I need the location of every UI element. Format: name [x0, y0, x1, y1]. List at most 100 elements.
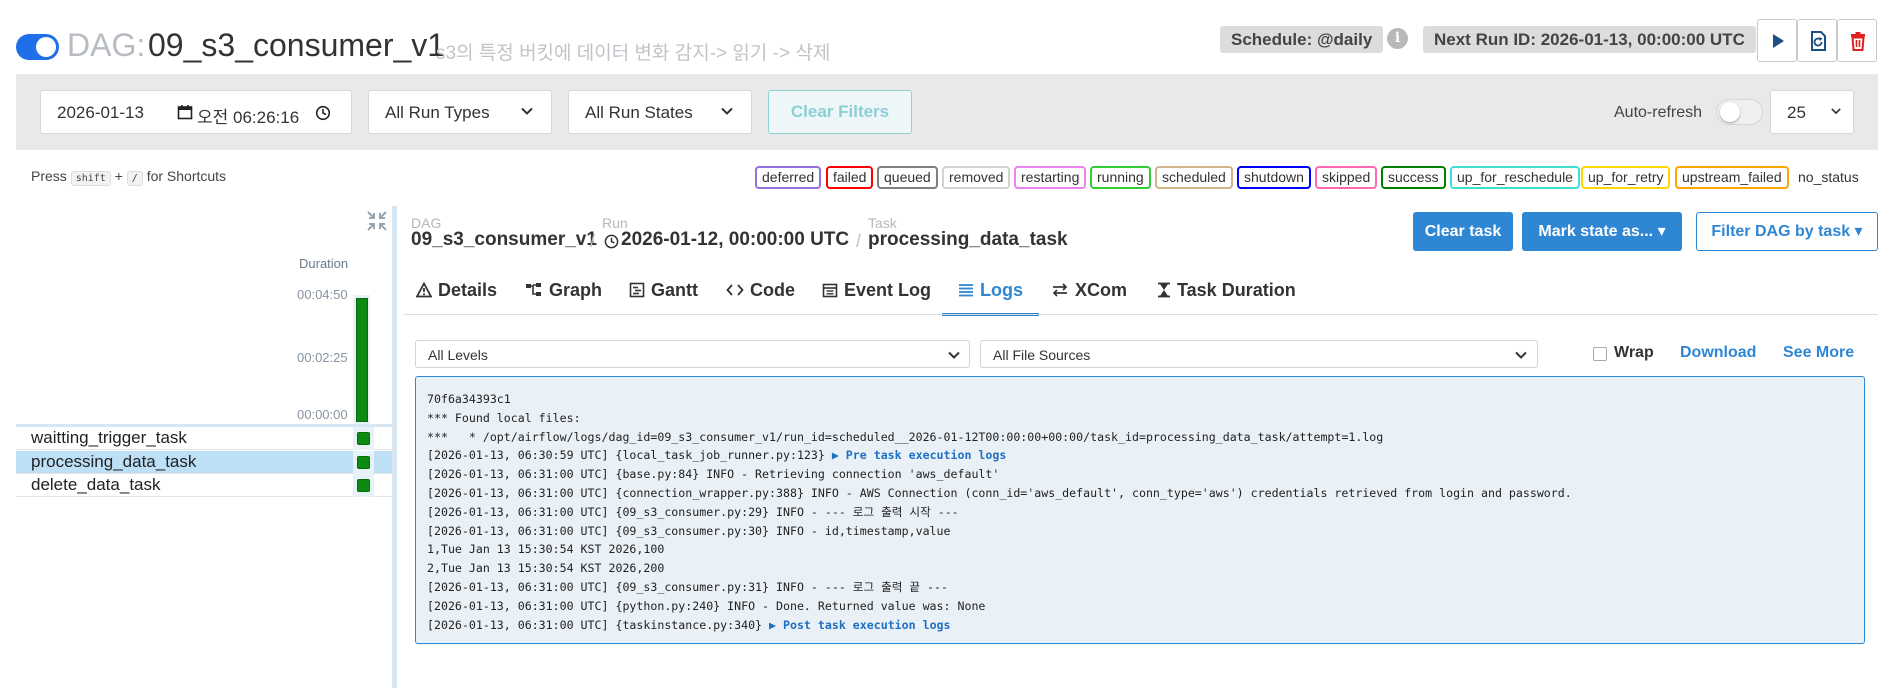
calendar-icon[interactable]	[177, 104, 193, 120]
log-text: [2026-01-13, 06:31:00 UTC] {09_s3_consum…	[427, 523, 951, 538]
clear-task-button[interactable]: Clear task	[1413, 212, 1513, 251]
clock-icon[interactable]	[315, 105, 331, 121]
shortcut-suffix: for Shortcuts	[146, 168, 227, 184]
run-duration-bar[interactable]	[356, 298, 368, 422]
legend-failed[interactable]: failed	[826, 166, 874, 189]
reparse-dag-button[interactable]	[1797, 19, 1837, 62]
log-line: [2026-01-13, 06:31:00 UTC] {python.py:24…	[427, 597, 1864, 616]
chevron-down-icon	[521, 107, 533, 115]
shortcut-press: Press	[31, 168, 67, 184]
tab-event-log[interactable]: Event Log	[822, 280, 931, 314]
tab-task-duration[interactable]: Task Duration	[1157, 280, 1296, 314]
legend-up-for-reschedule[interactable]: up_for_reschedule	[1450, 166, 1580, 189]
log-line: 70f6a34393c1	[427, 390, 1864, 409]
log-text: [2026-01-13, 06:30:59 UTC] {local_task_j…	[427, 448, 832, 463]
time-value: 오전 06:26:16	[197, 108, 300, 127]
log-level-select[interactable]: All Levels	[415, 340, 970, 368]
task-name[interactable]: waitting_trigger_task	[31, 428, 187, 448]
page-size-select[interactable]: 25	[1770, 90, 1854, 134]
legend-running[interactable]: running	[1090, 166, 1151, 189]
log-source-select[interactable]: All File Sources	[980, 340, 1538, 368]
log-line: [2026-01-13, 06:31:00 UTC] {09_s3_consum…	[427, 578, 1864, 597]
task-instance-success[interactable]	[357, 479, 370, 492]
legend-scheduled[interactable]: scheduled	[1155, 166, 1233, 189]
legend-no-status[interactable]: no_status	[1791, 166, 1866, 189]
log-source-value: All File Sources	[993, 347, 1091, 363]
run-state-value: All Run States	[585, 103, 693, 122]
schedule-badge: Schedule: @daily	[1220, 26, 1384, 53]
log-group-toggle[interactable]: ▶ Post task execution logs	[769, 618, 950, 632]
legend-upstream-failed[interactable]: upstream_failed	[1675, 166, 1789, 189]
log-text: [2026-01-13, 06:31:00 UTC] {connection_w…	[427, 485, 1572, 500]
collapse-grid-icon[interactable]	[366, 210, 388, 232]
base-date-picker[interactable]: 2026-01-13 오전 06:26:16	[40, 90, 352, 134]
tab-label: Graph	[549, 280, 603, 300]
breadcrumb-run[interactable]: 2026-01-12, 00:00:00 UTC	[621, 229, 849, 251]
dag-pause-toggle[interactable]	[16, 34, 59, 60]
wrap-checkbox[interactable]	[1593, 347, 1607, 361]
task-name[interactable]: processing_data_task	[31, 452, 196, 472]
legend-up-for-retry[interactable]: up_for_retry	[1581, 166, 1671, 189]
date-value: 2026-01-13	[57, 103, 144, 122]
panel-resizer[interactable]	[392, 206, 397, 688]
legend-success[interactable]: success	[1381, 166, 1446, 189]
legend-removed[interactable]: removed	[942, 166, 1011, 189]
tab-details[interactable]: Details	[415, 280, 497, 314]
duration-tick: 00:02:25	[297, 350, 348, 365]
download-link[interactable]: Download	[1680, 344, 1756, 362]
run-state-select[interactable]: All Run States	[568, 90, 752, 134]
log-group-toggle[interactable]: ▶ Pre task execution logs	[832, 448, 1007, 462]
log-line: 1,Tue Jan 13 15:30:54 KST 2026,100	[427, 540, 1864, 559]
task-instance-success[interactable]	[357, 432, 370, 445]
tab-xcom[interactable]: XCom	[1051, 280, 1127, 314]
tab-code[interactable]: Code	[726, 280, 795, 314]
mark-state-button[interactable]: Mark state as... ▾	[1522, 212, 1682, 251]
dag-prefix: DAG:	[67, 27, 146, 63]
info-icon[interactable]: i	[1387, 28, 1408, 49]
legend-queued[interactable]: queued	[877, 166, 938, 189]
breadcrumb-dag[interactable]: 09_s3_consumer_v1	[411, 229, 597, 251]
gantt-icon	[629, 282, 645, 303]
breadcrumb-separator: /	[856, 231, 862, 251]
toggle-knob	[36, 37, 56, 57]
log-line: *** Found local files:	[427, 409, 1864, 428]
task-name[interactable]: delete_data_task	[31, 475, 161, 495]
reload-file-icon	[1811, 31, 1826, 51]
task-instance-success[interactable]	[357, 455, 370, 469]
auto-refresh-toggle[interactable]	[1716, 99, 1763, 125]
task-row[interactable]: waitting_trigger_task	[16, 427, 392, 450]
see-more-link[interactable]: See More	[1783, 344, 1854, 362]
delete-dag-button[interactable]	[1837, 19, 1877, 62]
task-row[interactable]: processing_data_task	[16, 450, 392, 474]
filter-dag-by-task-button[interactable]: Filter DAG by task ▾	[1696, 212, 1878, 251]
list-icon	[958, 282, 974, 303]
trigger-dag-button[interactable]	[1757, 19, 1797, 62]
task-instance-cell	[353, 450, 374, 474]
trash-icon	[1851, 32, 1865, 51]
run-type-select[interactable]: All Run Types	[368, 90, 552, 134]
tab-label: Task Duration	[1177, 280, 1296, 300]
shortcut-plus: +	[114, 168, 123, 184]
log-text: *** * /opt/airflow/logs/dag_id=09_s3_con…	[427, 429, 1384, 444]
dag-title: 09_s3_consumer_v1	[148, 27, 446, 63]
clear-filters-button[interactable]: Clear Filters	[768, 90, 912, 134]
tab-gantt[interactable]: Gantt	[629, 280, 698, 314]
breadcrumb-task[interactable]: processing_data_task	[868, 229, 1068, 251]
log-text: [2026-01-13, 06:31:00 UTC] {09_s3_consum…	[427, 504, 959, 519]
chevron-down-icon	[1831, 108, 1841, 115]
legend-shutdown[interactable]: shutdown	[1237, 166, 1311, 189]
log-line: *** * /opt/airflow/logs/dag_id=09_s3_con…	[427, 428, 1864, 447]
toggle-knob	[1720, 102, 1740, 122]
tab-logs[interactable]: Logs	[942, 280, 1039, 316]
log-text: 70f6a34393c1	[427, 392, 511, 406]
log-output[interactable]: 70f6a34393c1 *** Found local files: *** * …	[415, 376, 1865, 644]
graph-icon	[525, 282, 543, 303]
tab-graph[interactable]: Graph	[525, 280, 602, 314]
filter-bar: 2026-01-13 오전 06:26:16 All Run Types All…	[16, 74, 1878, 150]
task-row[interactable]: delete_data_task	[16, 474, 392, 497]
legend-skipped[interactable]: skipped	[1315, 166, 1378, 189]
legend-restarting[interactable]: restarting	[1014, 166, 1087, 189]
duration-tick: 00:00:00	[297, 407, 348, 422]
legend-deferred[interactable]: deferred	[755, 166, 822, 189]
duration-tick: 00:04:50	[297, 287, 348, 302]
